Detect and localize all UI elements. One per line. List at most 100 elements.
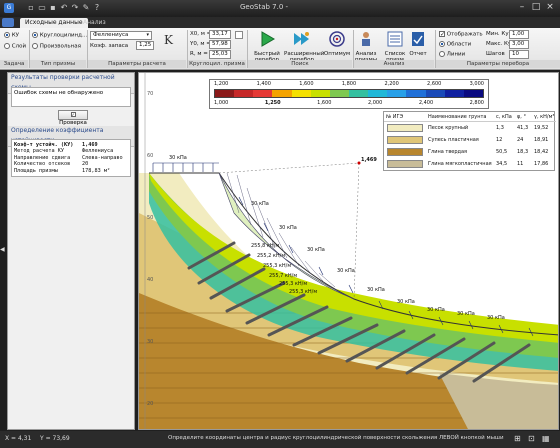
circular-radio[interactable] (32, 32, 38, 38)
scale-color-cell (425, 90, 445, 97)
redo-icon[interactable]: ↷ (70, 3, 80, 13)
load-label: 30 кПа (251, 201, 269, 207)
reserve-input[interactable]: 1,25 (136, 41, 154, 50)
scale-color-cell (215, 90, 235, 97)
prism-force-label: 255,3 кН/м (279, 281, 308, 287)
show-checkbox[interactable]: ✓ (439, 31, 445, 38)
radius-line (353, 162, 360, 300)
scale-top-ticks: 1,200 1,400 1,600 1,800 2,200 2,600 3,00… (214, 81, 484, 87)
fit-icon[interactable]: ⊡ (528, 434, 535, 443)
lock-icon[interactable] (235, 31, 243, 39)
soil-c: 1,3 (496, 125, 504, 131)
report-icon (412, 32, 424, 46)
new-file-icon[interactable]: ▫ (26, 3, 36, 13)
scale-tick: 1,200 (214, 81, 229, 87)
method-value: Феллениуса (93, 32, 129, 38)
areas-radio[interactable] (439, 41, 445, 47)
y-tick: 70 (147, 91, 154, 97)
scale-color-cell (272, 90, 292, 97)
r-input[interactable]: 25,03 (209, 50, 231, 59)
lines-label: Линии (446, 51, 466, 58)
optimum-button[interactable]: Оптимум (322, 31, 352, 57)
drawing-canvas[interactable]: 70 60 50 40 30 20 1,469 30 кПа 30 кПа 30… (138, 72, 559, 430)
scale-tick: 1,800 (341, 81, 357, 87)
soil-table-header: № ИГЭ Наименование грунта c, кПа φ, ° γ,… (384, 112, 556, 122)
method-select[interactable]: Феллениуса ▾ (90, 31, 152, 40)
results-box: Коэф-т устойч. (КУ) 1,469 Метод расчета К… (11, 139, 131, 178)
soil-row: Глина мягкопластичная 34,5 11 17,86 (384, 159, 556, 170)
max-ku-label: Макс. Ку (486, 41, 512, 47)
scale-tick: 1,600 (317, 100, 332, 106)
arbitrary-label: Произвольная (39, 43, 81, 50)
quick-search-button[interactable]: Быстрый перебор (251, 31, 283, 63)
prism-force-label: 255,8 кН/м (251, 243, 280, 249)
scale-color-cell (329, 90, 349, 97)
max-ku-input[interactable]: 3,00 (509, 40, 529, 49)
close-button[interactable]: × (544, 2, 556, 13)
grid-icon[interactable]: ▦ (542, 434, 550, 443)
circular-option[interactable]: Круглоцилинд... (32, 32, 87, 39)
check-icon: ✓ (70, 112, 76, 117)
ku-label: КУ (11, 32, 20, 39)
prism-list-button[interactable]: Список призм (381, 31, 409, 63)
result-value: 178,83 м² (82, 167, 111, 174)
scale-color-cell (253, 90, 273, 97)
soil-gamma: 19,52 (534, 125, 549, 131)
status-message: Определите координаты центра и радиус кр… (168, 435, 504, 441)
scale-color-cell (444, 90, 464, 97)
radius-line (218, 162, 360, 174)
collapse-panel-icon[interactable]: ◀ (0, 246, 5, 253)
ku-option[interactable]: КУ (4, 32, 19, 39)
help-icon[interactable]: ? (92, 3, 102, 13)
x0-input[interactable]: 33,17 (209, 30, 231, 39)
app-logo-icon[interactable]: G (4, 3, 14, 13)
extended-search-button[interactable]: Расширенный перебор (284, 31, 324, 63)
arbitrary-radio[interactable] (32, 43, 38, 49)
soil-phi: 41,3 (517, 125, 529, 131)
soil-swatch (387, 124, 423, 132)
col-header: № ИГЭ (386, 114, 404, 120)
scale-color-cell (234, 90, 254, 97)
scale-tick: 1,600 (299, 81, 314, 87)
show-option[interactable]: ✓ Отображать (439, 31, 483, 38)
prism-force-label: 255,7 кН/м (269, 273, 298, 279)
scale-color-cell (310, 90, 330, 97)
maximize-button[interactable]: □ (530, 2, 542, 13)
scale-tick: 1,400 (256, 81, 271, 87)
save-icon[interactable]: ▪ (48, 3, 58, 13)
areas-option[interactable]: Области (439, 41, 471, 48)
report-button[interactable]: Отчет (408, 31, 428, 57)
arbitrary-option[interactable]: Произвольная (32, 43, 81, 50)
soil-radio[interactable] (4, 43, 10, 49)
check-button[interactable]: ✓ Проверка (58, 110, 88, 126)
cursor-y: Y = 73,69 (40, 435, 70, 442)
lines-radio[interactable] (439, 51, 445, 57)
soil-row: Глина твердая 50,5 18,3 18,42 (384, 147, 556, 158)
y0-input[interactable]: 57,98 (209, 40, 231, 49)
col-header: Наименование грунта (428, 114, 487, 120)
lines-option[interactable]: Линии (439, 51, 465, 58)
prism-force-label: 255,3 кН/м (263, 263, 292, 269)
open-folder-icon[interactable]: ▭ (37, 3, 47, 13)
soil-name: Глина твердая (428, 149, 468, 155)
tools-icon[interactable]: ✎ (81, 3, 91, 13)
prism-analysis-button[interactable]: Анализ призмы (355, 31, 377, 63)
soil-phi: 11 (517, 161, 524, 167)
circular-label: Круглоцилинд... (39, 32, 88, 39)
step-input[interactable]: 10 (509, 50, 529, 59)
check-message: Ошибок схемы не обнаружено (14, 90, 104, 96)
undo-icon[interactable]: ↶ (59, 3, 69, 13)
soil-c: 50,5 (496, 149, 508, 155)
load-label: 30 кПа (337, 268, 355, 274)
ku-radio[interactable] (4, 32, 10, 38)
load-label: 30 кПа (487, 315, 505, 321)
y0-label: Y0, м = (190, 41, 211, 47)
min-ku-input[interactable]: 1,00 (509, 30, 529, 39)
title-bar: G ▫ ▭ ▪ ↶ ↷ ✎ ? GeoStab 7.0 - – □ × (0, 0, 560, 17)
zoom-icon[interactable]: ⊞ (514, 434, 521, 443)
app-menu-button[interactable] (2, 18, 14, 27)
soil-option[interactable]: Слоѝ (4, 43, 26, 50)
tab-analysis[interactable]: Анализ (78, 18, 111, 28)
load-label: 30 кПа (367, 287, 385, 293)
minimize-button[interactable]: – (516, 2, 528, 13)
